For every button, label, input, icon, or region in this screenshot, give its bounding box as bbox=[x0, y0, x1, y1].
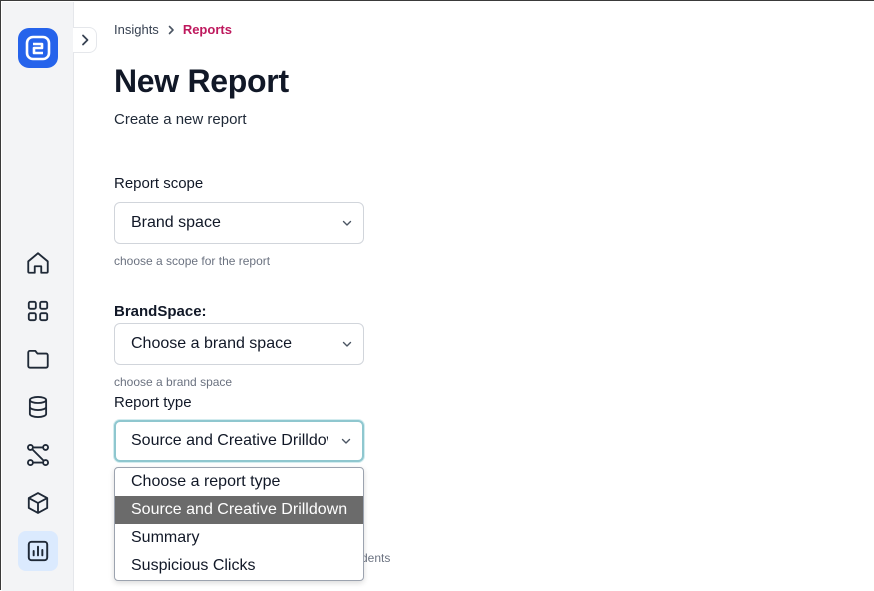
folder-icon bbox=[27, 349, 49, 369]
nav-reports[interactable] bbox=[18, 531, 58, 571]
breadcrumb: Insights Reports bbox=[114, 22, 232, 37]
nav-files[interactable] bbox=[18, 339, 58, 379]
brandspace-value: Choose a brand space bbox=[131, 335, 292, 352]
nav-data[interactable] bbox=[18, 387, 58, 427]
nav-integrations[interactable] bbox=[18, 483, 58, 523]
brandspace-select[interactable]: Choose a brand space bbox=[114, 323, 364, 365]
page-subtitle: Create a new report bbox=[114, 111, 247, 128]
report-scope-select[interactable]: Brand space bbox=[114, 202, 364, 244]
report-scope-value: Brand space bbox=[131, 214, 221, 231]
report-scope-helper: choose a scope for the report bbox=[114, 254, 271, 268]
chevron-right-icon bbox=[81, 34, 88, 46]
report-type-option-selected[interactable]: Source and Creative Drilldown bbox=[115, 496, 363, 524]
grid-icon bbox=[27, 300, 49, 322]
cube-icon bbox=[27, 492, 49, 514]
app-logo[interactable] bbox=[18, 28, 58, 68]
sidebar bbox=[2, 2, 74, 591]
page-title: New Report bbox=[114, 63, 289, 99]
brandspace-helper: choose a brand space bbox=[114, 375, 233, 389]
sidebar-toggle-button[interactable] bbox=[73, 27, 97, 53]
obscured-helper-text: dents bbox=[361, 551, 391, 565]
report-type-option[interactable]: Choose a report type bbox=[115, 468, 363, 496]
bar-chart-icon bbox=[27, 540, 49, 562]
report-type-option[interactable]: Suspicious Clicks bbox=[115, 552, 363, 580]
brandspace-label: BrandSpace: bbox=[114, 303, 207, 320]
report-type-option[interactable]: Summary bbox=[115, 524, 363, 552]
report-type-select[interactable]: Source and Creative Drilldown bbox=[114, 420, 364, 462]
logo-icon bbox=[25, 35, 51, 61]
chevron-down-icon bbox=[341, 438, 351, 444]
report-type-value: Source and Creative Drilldown bbox=[131, 432, 328, 449]
chevron-down-icon bbox=[342, 341, 352, 347]
report-type-dropdown: Choose a report type Source and Creative… bbox=[114, 467, 364, 581]
report-scope-label: Report scope bbox=[114, 175, 204, 192]
app-window: Insights Reports New Report Create a new… bbox=[0, 0, 874, 591]
database-icon bbox=[28, 396, 48, 418]
report-type-label: Report type bbox=[114, 394, 192, 411]
chevron-down-icon bbox=[342, 220, 352, 226]
breadcrumb-current: Reports bbox=[182, 22, 232, 37]
nav-workflows[interactable] bbox=[18, 435, 58, 475]
nav-home[interactable] bbox=[18, 243, 58, 283]
breadcrumb-insights-link[interactable]: Insights bbox=[114, 22, 159, 37]
nav-dashboards[interactable] bbox=[18, 291, 58, 331]
workflow-icon bbox=[27, 444, 49, 466]
home-icon bbox=[27, 252, 49, 274]
breadcrumb-separator-icon bbox=[167, 25, 175, 35]
